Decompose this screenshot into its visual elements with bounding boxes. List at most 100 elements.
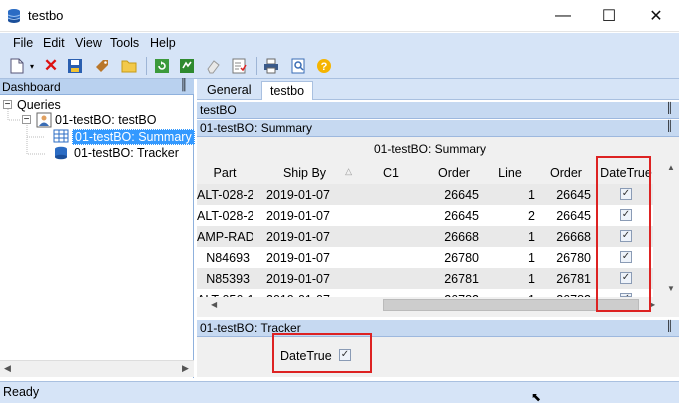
table-cell[interactable]: 26782 xyxy=(426,289,482,297)
toolbar-separator xyxy=(256,57,257,75)
table-cell[interactable]: 26781 xyxy=(538,268,594,289)
save-icon[interactable] xyxy=(66,57,84,75)
scroll-up-icon[interactable]: ▲ xyxy=(667,163,675,172)
folder-icon[interactable] xyxy=(120,57,138,75)
menu-file[interactable]: File xyxy=(13,36,33,50)
collapse-icon[interactable]: − xyxy=(22,115,31,125)
window-title: testbo xyxy=(28,8,64,23)
scroll-down-icon[interactable]: ▼ xyxy=(667,284,675,293)
table-cell[interactable]: 2019-01-07 xyxy=(253,268,356,289)
grid-caption: 01-testBO: Summary xyxy=(373,142,487,156)
pin-icon[interactable]: ║ xyxy=(666,121,673,132)
close-button[interactable]: ✕ xyxy=(633,0,679,32)
checklist-icon[interactable] xyxy=(230,57,248,75)
table-cell[interactable] xyxy=(356,289,426,297)
table-cell[interactable]: 26645 xyxy=(538,184,594,205)
grid-horizontal-scrollbar[interactable]: ◀ ▶ xyxy=(197,297,663,314)
table-cell[interactable]: 26645 xyxy=(426,184,482,205)
section-testbo: testBO ║ xyxy=(197,102,679,119)
column-header-order[interactable]: Order xyxy=(426,162,482,184)
table-cell[interactable]: ALT-028-2 xyxy=(197,184,253,205)
table-cell[interactable]: ALT-056-1 xyxy=(197,289,253,297)
database-icon xyxy=(7,9,21,23)
dashboard-scrollbar[interactable]: ◀ ▶ xyxy=(0,360,194,377)
table-cell[interactable]: 26668 xyxy=(426,226,482,247)
help-icon[interactable]: ? xyxy=(315,57,333,75)
pin-icon[interactable]: ║ xyxy=(666,321,673,332)
refresh-icon[interactable] xyxy=(153,57,171,75)
scroll-left-icon[interactable]: ◀ xyxy=(211,300,217,309)
pin-icon[interactable]: ║ xyxy=(666,103,673,114)
table-cell[interactable]: 2019-01-07 xyxy=(253,289,356,297)
tab-general[interactable]: General xyxy=(199,81,259,100)
table-cell[interactable]: ALT-028-2 xyxy=(197,205,253,226)
table-cell[interactable]: 1 xyxy=(482,184,538,205)
table-cell[interactable]: 2019-01-07 xyxy=(253,205,356,226)
tree-item-queries[interactable]: Queries xyxy=(17,98,61,112)
table-cell[interactable] xyxy=(356,247,426,268)
minimize-button[interactable]: — xyxy=(540,0,586,32)
scroll-left-icon[interactable]: ◀ xyxy=(4,363,11,374)
menu-edit[interactable]: Edit xyxy=(43,36,65,50)
delete-icon[interactable]: ✕ xyxy=(42,56,60,75)
table-cell[interactable] xyxy=(356,268,426,289)
column-header-ship-by[interactable]: Ship By △ xyxy=(253,162,356,184)
table-cell[interactable]: 1 xyxy=(482,268,538,289)
column-header-c1[interactable]: C1 xyxy=(356,162,426,184)
table-cell[interactable]: 26782 xyxy=(538,289,594,297)
table-cell[interactable]: 26780 xyxy=(426,247,482,268)
section-title: testBO xyxy=(200,103,237,117)
tag-icon[interactable] xyxy=(93,57,111,75)
print-icon[interactable] xyxy=(262,57,280,75)
table-cell[interactable]: 2019-01-07 xyxy=(253,184,356,205)
tab-strip: General testbo xyxy=(197,79,679,100)
table-cell[interactable]: 26668 xyxy=(538,226,594,247)
dashboard-header: Dashboard ║ xyxy=(0,79,194,95)
new-document-icon[interactable] xyxy=(8,57,26,75)
table-cell[interactable]: 26645 xyxy=(426,205,482,226)
tree-item-summary[interactable]: 01-testBO: Summary xyxy=(72,129,195,145)
table-cell[interactable]: 26645 xyxy=(538,205,594,226)
section-title: 01-testBO: Summary xyxy=(200,121,313,135)
table-cell[interactable] xyxy=(356,184,426,205)
collapse-icon[interactable]: − xyxy=(3,100,12,110)
table-cell[interactable]: 2 xyxy=(482,205,538,226)
table-cell[interactable]: 1 xyxy=(482,289,538,297)
column-header-part[interactable]: Part xyxy=(197,162,253,184)
table-cell[interactable]: 1 xyxy=(482,226,538,247)
refresh-all-icon[interactable] xyxy=(178,57,196,75)
section-summary: 01-testBO: Summary ║ xyxy=(197,120,679,137)
menu-tools[interactable]: Tools xyxy=(110,36,139,50)
table-cell[interactable]: 1 xyxy=(482,247,538,268)
tree-item-testbo[interactable]: 01-testBO: testBO xyxy=(55,113,156,127)
cursor-icon: ⬉ xyxy=(531,390,542,404)
table-cell[interactable] xyxy=(356,205,426,226)
table-cell[interactable]: 2019-01-07 xyxy=(253,247,356,268)
menu-view[interactable]: View xyxy=(75,36,102,50)
table-cell[interactable]: 2019-01-07 xyxy=(253,226,356,247)
table-cell[interactable]: AMP-RAD xyxy=(197,226,253,247)
new-dropdown-icon[interactable]: ▾ xyxy=(27,57,37,75)
scroll-right-icon[interactable]: ▶ xyxy=(182,363,189,374)
table-cell[interactable]: 26781 xyxy=(426,268,482,289)
print-preview-icon[interactable] xyxy=(289,57,307,75)
menu-bar: File Edit View Tools Help xyxy=(0,33,679,53)
tab-testbo[interactable]: testbo xyxy=(261,81,314,100)
menu-help[interactable]: Help xyxy=(150,36,176,50)
pin-icon[interactable]: ║ xyxy=(180,79,188,91)
eraser-icon[interactable] xyxy=(204,57,222,75)
column-label: Ship By xyxy=(282,166,327,180)
table-cell[interactable] xyxy=(356,226,426,247)
table-cell[interactable]: N85393 xyxy=(197,268,253,289)
column-header-line[interactable]: Line xyxy=(482,162,538,184)
column-header-order-2[interactable]: Order xyxy=(538,162,594,184)
svg-text:?: ? xyxy=(321,61,328,73)
toolbar: ▾ ✕ ? xyxy=(0,53,679,79)
highlight-box xyxy=(272,333,372,373)
query-icon xyxy=(36,112,52,128)
table-cell[interactable]: N84693 xyxy=(197,247,253,268)
tree-item-tracker[interactable]: 01-testBO: Tracker xyxy=(74,146,179,160)
table-cell[interactable]: 26780 xyxy=(538,247,594,268)
maximize-button[interactable]: ☐ xyxy=(586,0,632,32)
grid-vertical-scrollbar[interactable]: ▲ ▼ xyxy=(663,162,679,297)
